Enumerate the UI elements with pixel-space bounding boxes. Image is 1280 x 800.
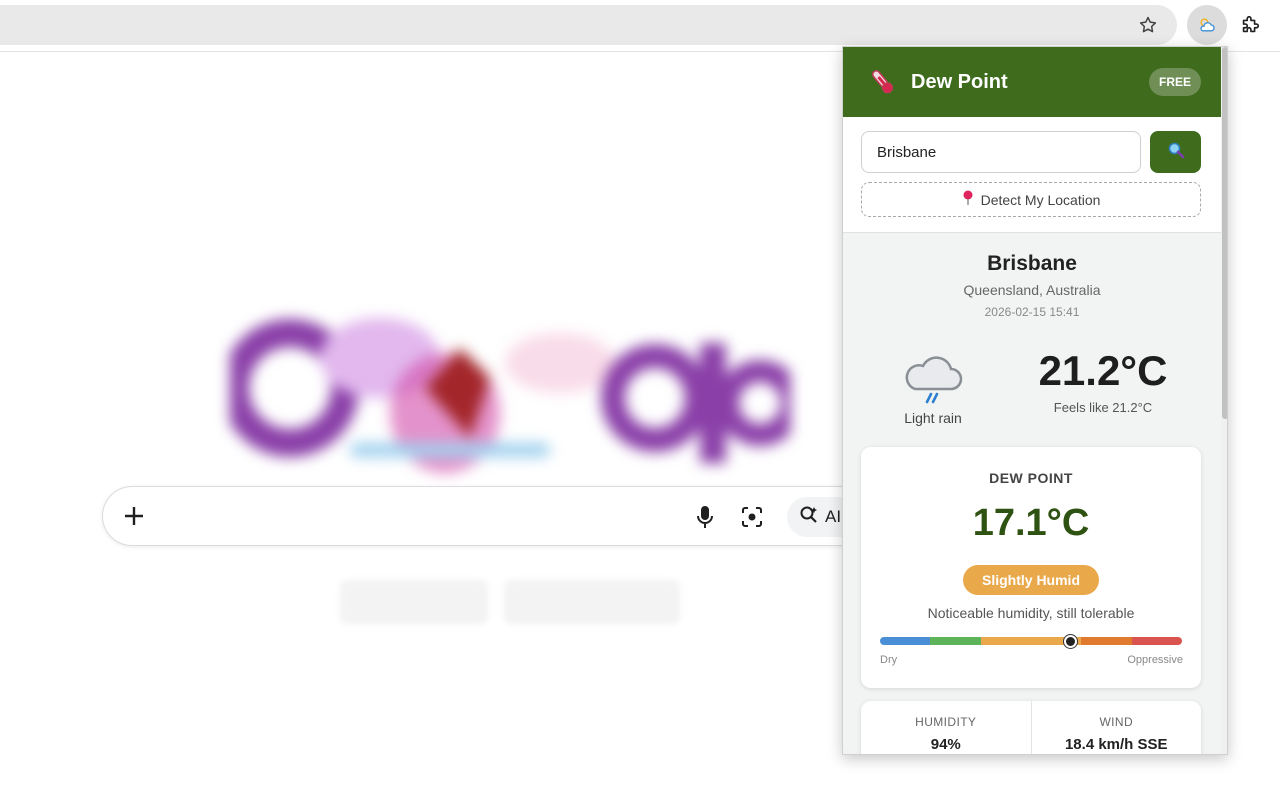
free-badge: FREE — [1149, 68, 1201, 96]
wind-stat: WIND 18.4 km/h SSE — [1030, 701, 1202, 754]
humidity-stat: HUMIDITY 94% — [861, 701, 1031, 754]
dew-point-extension-popup: Dew Point FREE Detect My Location Brisba… — [842, 46, 1228, 755]
humidity-label: HUMIDITY — [915, 715, 977, 729]
dew-point-label: DEW POINT — [989, 470, 1073, 486]
detect-location-button[interactable]: Detect My Location — [861, 182, 1201, 217]
thermometer-icon — [865, 65, 899, 99]
feels-like: Feels like 21.2°C — [1053, 400, 1153, 415]
scale-low-label: Dry — [880, 654, 898, 666]
dew-point-card: DEW POINT 17.1°C Slightly Humid Noticeab… — [861, 447, 1201, 688]
city-region: Queensland, Australia — [963, 282, 1101, 298]
ai-mode-label: AI — [825, 507, 842, 526]
dew-scale-segment — [1081, 637, 1132, 645]
humidity-value: 94% — [930, 736, 961, 753]
google-doodle[interactable] — [221, 303, 803, 503]
search-button[interactable] — [1150, 131, 1201, 173]
city-search-input[interactable] — [861, 131, 1141, 173]
dew-scale-segment — [980, 637, 1031, 645]
location-pin-icon — [962, 190, 974, 209]
dew-point-scale-marker — [1063, 635, 1077, 648]
weather-condition: Light rain — [904, 410, 962, 426]
scale-high-label: Oppressive — [1127, 654, 1183, 666]
wind-value: 18.4 km/h SSE — [1064, 736, 1168, 753]
current-temperature: 21.2°C — [1038, 347, 1168, 394]
popup-header: Dew Point FREE — [843, 47, 1221, 117]
observation-time: 2026-02-15 15:41 — [984, 305, 1080, 319]
dew-scale-segment — [1131, 637, 1182, 645]
google-search-button[interactable] — [340, 580, 488, 624]
dew-point-scale — [880, 637, 1182, 645]
search-icon — [1167, 141, 1185, 164]
lens-icon[interactable] — [737, 502, 767, 532]
city-name: Brisbane — [987, 252, 1077, 275]
popup-scrollbar-thumb[interactable] — [1222, 47, 1227, 419]
dew-scale-segment — [930, 637, 981, 645]
star-icon[interactable] — [1135, 12, 1161, 38]
dew-scale-segment — [880, 637, 931, 645]
location-search-area: Detect My Location — [843, 117, 1221, 233]
popup-title: Dew Point — [911, 70, 1008, 93]
puzzle-icon[interactable] — [1237, 12, 1263, 38]
comfort-level-badge: Slightly Humid — [963, 565, 1099, 595]
weather-extension-icon[interactable] — [1187, 5, 1227, 45]
dew-point-value: 17.1°C — [972, 502, 1090, 544]
comfort-description: Noticeable humidity, still tolerable — [927, 605, 1135, 621]
address-bar[interactable] — [0, 5, 1177, 45]
wind-label: WIND — [1099, 715, 1134, 729]
google-search-box[interactable]: AI — [102, 486, 902, 546]
mic-icon[interactable] — [691, 502, 719, 532]
rain-cloud-icon — [903, 351, 963, 407]
detect-location-label: Detect My Location — [980, 191, 1101, 208]
browser-toolbar — [0, 0, 1280, 52]
ai-search-icon — [799, 505, 819, 530]
weather-stats: HUMIDITY 94% WIND 18.4 km/h SSE — [861, 701, 1202, 754]
plus-icon[interactable] — [119, 501, 149, 531]
feeling-lucky-button[interactable] — [504, 580, 680, 624]
